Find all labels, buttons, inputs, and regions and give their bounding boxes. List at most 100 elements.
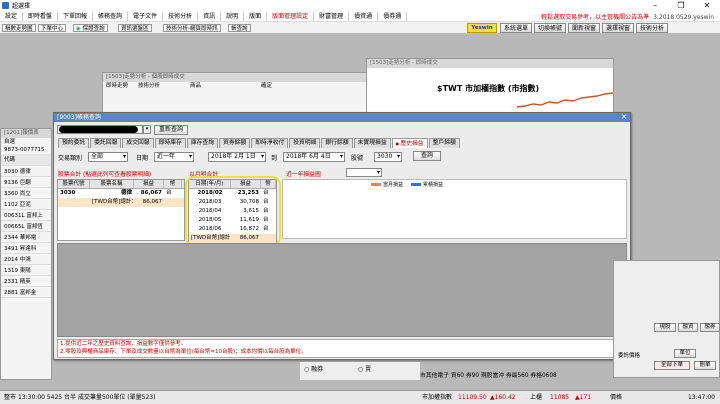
- app-icon: [2, 2, 9, 9]
- toolbar-order-center[interactable]: 下單中心: [38, 24, 67, 32]
- menu-wealth[interactable]: 財富管理: [314, 11, 350, 21]
- quote-list-account: 9873-0077715: [4, 147, 45, 153]
- short-button[interactable]: 融券: [700, 323, 720, 332]
- switch-account-button[interactable]: 切換帳號: [534, 23, 567, 33]
- menu-layout[interactable]: 版面: [244, 11, 268, 21]
- note-line: 2.零股及興櫃商品庫存、下單及成交數量以台幣為單位(每台幣=10台股)；成本均價…: [60, 349, 307, 355]
- chart-period-select[interactable]: ▾: [346, 168, 382, 177]
- chevron-down-icon[interactable]: ▾: [143, 125, 151, 134]
- quote-row[interactable]: 2014 中鴻: [1, 253, 51, 265]
- toolbar-screener[interactable]: 資訊選盤區: [118, 24, 152, 32]
- account-select[interactable]: [57, 125, 143, 134]
- radio-short[interactable]: ○ 融券: [304, 364, 323, 373]
- toolbar: 損數走勢圖 下單中心 保證查詢 資訊選盤區 技術分析-網頁即時訊 帳查詢 Yes…: [0, 22, 720, 34]
- menu-info[interactable]: 資訊: [198, 11, 222, 21]
- menu-layout-settings[interactable]: 版面管理設定: [267, 11, 315, 21]
- otc-label: 上櫃: [530, 394, 543, 401]
- close-icon[interactable]: ✕: [694, 0, 720, 11]
- highlight-ring: [185, 176, 281, 246]
- dialog-caption: [9003]帳務查詢: [54, 113, 630, 122]
- menu-debt-b[interactable]: 債券通: [378, 11, 408, 21]
- title-bar: 超選擇 – ❐ ✕: [0, 0, 720, 11]
- date-label: 日期: [136, 155, 149, 162]
- query-button[interactable]: 查詢: [413, 151, 441, 161]
- menu-help[interactable]: 說明: [221, 11, 245, 21]
- quote-row[interactable]: 2344 華邦電: [1, 231, 51, 243]
- system-menu-button[interactable]: 系統選單: [500, 23, 533, 33]
- tab-bank-balance[interactable]: 銀行餘額: [321, 138, 353, 148]
- quote-list-caption: [1201]報價表: [1, 129, 51, 138]
- trade-type-label: 交易類別: [58, 155, 83, 162]
- technical-analysis-button[interactable]: 技術分析: [636, 23, 669, 33]
- menu-settings[interactable]: 設定: [0, 11, 24, 21]
- select-window-button[interactable]: 選擇視窗: [602, 23, 635, 33]
- delete-order-button[interactable]: 刪單: [694, 361, 716, 370]
- tab-scheduled-orders[interactable]: 預約委託: [58, 138, 90, 148]
- stock-code-label: 股號: [351, 155, 364, 162]
- dialog-close-icon[interactable]: ✕: [621, 113, 627, 122]
- quote-row[interactable]: 00631L 富邦上: [1, 209, 51, 221]
- legend-swatch-cumulative: [411, 183, 421, 186]
- otc-value: 11085: [550, 394, 570, 401]
- note-line: 1.提供近二年之歷史資料查詢，損益數字僅供參考。: [60, 341, 187, 347]
- stock-code-input[interactable]: 3030: [374, 152, 402, 162]
- status-bar: 整市 13:30:00 5425 台半 成交筆量500單位 (單量523) 市加…: [0, 390, 720, 404]
- menu-account-query[interactable]: 帳務查詢: [93, 11, 129, 21]
- order-panel: 現股 融資 融券 委託價格 單位 全部下單 刪單: [613, 260, 720, 378]
- table-row[interactable]: 3030 德律 86,067 台: [58, 189, 184, 198]
- bg-tab-product[interactable]: 商品: [190, 82, 201, 90]
- menu-technical[interactable]: 技術分析: [163, 11, 199, 21]
- bg-tab-tech[interactable]: 技術分析: [138, 82, 160, 90]
- quote-row[interactable]: 3360 尚立: [1, 187, 51, 199]
- quote-row[interactable]: 2881 富邦金: [1, 286, 51, 298]
- period-select[interactable]: 近一年: [154, 152, 194, 162]
- margin-button[interactable]: 融資: [678, 323, 698, 332]
- table-total-row: [TWD台幣]總計： 86,067: [58, 198, 184, 207]
- tab-investment-detail[interactable]: 投資明細: [289, 138, 321, 148]
- toolbar-technical-web[interactable]: 技術分析-網頁即時訊: [163, 24, 221, 32]
- place-all-button[interactable]: 全部下單: [654, 361, 690, 370]
- tab-net-settlement[interactable]: 即時淨收付: [251, 138, 289, 148]
- quote-row[interactable]: 1319 東陽: [1, 264, 51, 276]
- stock-total-table: 股票代號 股票名稱 損益 幣 3030 德律 86,067 台 [TWD台幣]總…: [57, 179, 185, 241]
- quote-row[interactable]: 00665L 富邦恆: [1, 220, 51, 232]
- trade-type-select[interactable]: 全部: [88, 152, 128, 162]
- maximize-icon[interactable]: ❐: [668, 0, 694, 11]
- requery-button[interactable]: 重新查詢: [154, 125, 188, 135]
- quote-row[interactable]: 3491 昇達科: [1, 242, 51, 254]
- quote-row[interactable]: 2331 精英: [1, 275, 51, 287]
- tab-fill-report[interactable]: 成交回報: [122, 138, 154, 148]
- quote-list-tab[interactable]: 自選: [1, 138, 51, 146]
- minimize-icon[interactable]: –: [642, 0, 668, 11]
- radio-sell[interactable]: ○ 賣: [358, 364, 371, 373]
- column-header: 股票代號: [58, 180, 90, 188]
- order-price-label: 委託價格: [618, 353, 641, 359]
- tab-history-pl[interactable]: 歷史損益: [391, 138, 428, 148]
- tab-margin-balance[interactable]: 資券餘額: [219, 138, 251, 148]
- date-from-picker[interactable]: 2018年 2月 1日: [208, 152, 266, 162]
- quote-row[interactable]: 1102 亞泥: [1, 198, 51, 210]
- bg-tab-live[interactable]: 即時走勢: [106, 82, 128, 90]
- tab-live-inventory[interactable]: 即時庫存: [154, 138, 186, 148]
- order-side-area: ○ 融券 ○ 賣: [300, 362, 420, 380]
- menu-debt-a[interactable]: 債資通: [349, 11, 379, 21]
- quote-row[interactable]: 9136 巨翻: [1, 176, 51, 188]
- unit-button[interactable]: 單位: [674, 349, 696, 358]
- bg-tab-confirm[interactable]: 確定: [261, 82, 272, 90]
- tab-account-balance[interactable]: 整戶餘額: [428, 138, 460, 148]
- date-to-picker[interactable]: 2018年 6月 4日: [283, 152, 345, 162]
- index-label: 市加權指數: [422, 394, 453, 401]
- cash-button[interactable]: 現股: [654, 323, 676, 332]
- menu-e-documents[interactable]: 電子文件: [128, 11, 164, 21]
- menu-live-quotes[interactable]: 即時看盤: [23, 11, 59, 21]
- tab-unrealized-pl[interactable]: 未實現損益: [353, 138, 391, 148]
- account-redacted: [59, 126, 138, 133]
- toolbar-account-query[interactable]: 帳查詢: [228, 24, 251, 32]
- news-window-button[interactable]: 聞新視窗: [568, 23, 601, 33]
- toolbar-margin-query[interactable]: 保證查詢: [73, 24, 108, 32]
- tab-order-report[interactable]: 委託回報: [90, 138, 122, 148]
- quote-row[interactable]: 3030 德律: [1, 165, 51, 177]
- menu-order-report[interactable]: 下單回報: [58, 11, 94, 21]
- tab-inventory-query[interactable]: 庫存查詢: [186, 138, 219, 148]
- toolbar-trend-chart[interactable]: 損數走勢圖: [2, 24, 36, 32]
